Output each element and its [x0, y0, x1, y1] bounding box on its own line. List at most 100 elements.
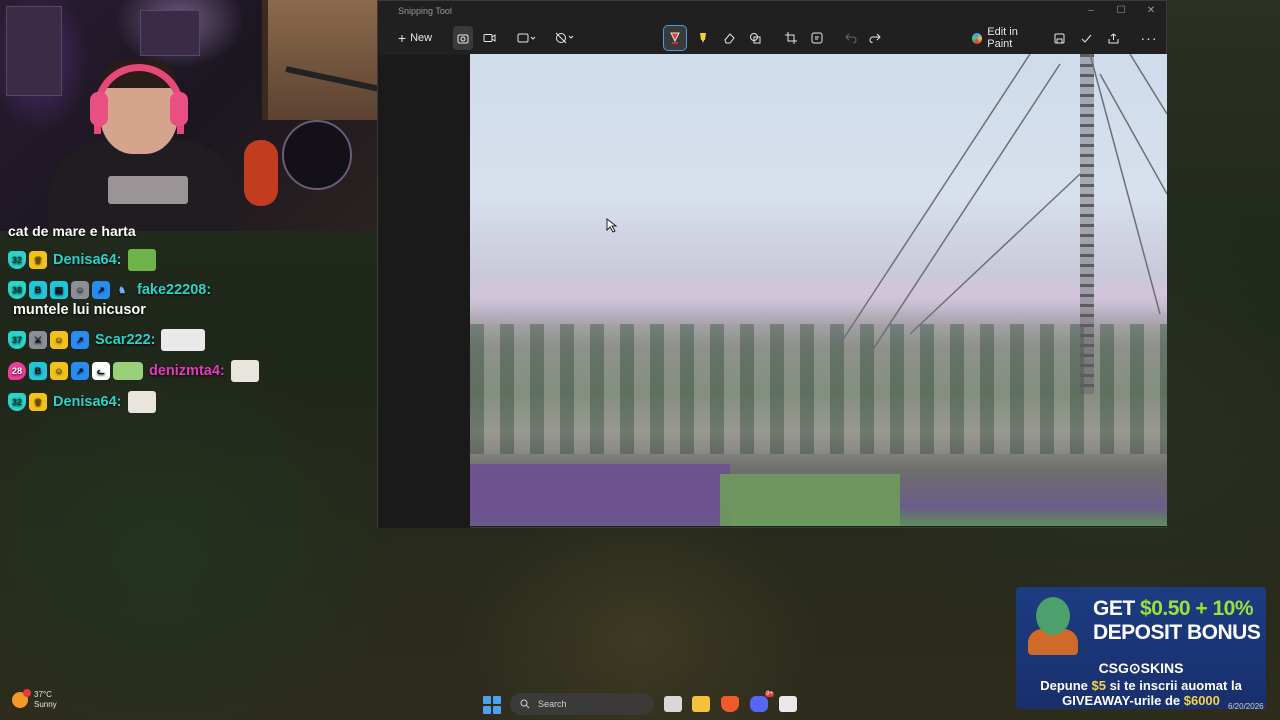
canvas-margin	[378, 55, 470, 528]
cat-emote-icon	[230, 360, 259, 382]
taskbar-search[interactable]: Search	[510, 693, 654, 715]
redo-icon[interactable]	[866, 26, 884, 50]
chat-message: 32 ♛ Denisa64:	[8, 391, 308, 413]
chat-message-partial: cat de mare e harta	[8, 223, 136, 239]
minimize-icon[interactable]: –	[1084, 4, 1098, 18]
camera-icon[interactable]	[453, 26, 473, 50]
shirt-print	[108, 176, 188, 204]
edit-in-paint-button[interactable]: Edit in Paint	[972, 26, 1042, 50]
subscriber-badge: 32	[8, 393, 26, 411]
chat-overlay: cat de mare e harta 32 ♛ Denisa64: 38 B …	[8, 222, 308, 413]
weather-text: 37°C Sunny	[34, 690, 57, 710]
emote-badge-icon: ☺	[50, 362, 68, 380]
crown-badge-icon: ♛	[29, 251, 47, 269]
window-title: Snipping Tool	[398, 6, 452, 16]
chat-username: fake22208:	[137, 282, 212, 298]
tray-date: 6/20/2026	[1228, 702, 1264, 711]
sun-icon	[12, 689, 31, 708]
turbo-badge-icon: ↗	[71, 331, 89, 349]
chat-username: denizmta4:	[149, 363, 225, 379]
rectangle-mode-icon[interactable]	[514, 26, 540, 50]
guitar	[244, 140, 278, 206]
crop-icon[interactable]	[782, 26, 800, 50]
ad-headline-text: GET	[1093, 597, 1141, 620]
emote-badge-icon: ☺	[71, 281, 89, 299]
mouse-cursor-icon	[606, 218, 618, 233]
chat-username: Denisa64:	[53, 394, 122, 410]
video-icon[interactable]	[479, 26, 499, 50]
bot-badge-icon: ♞	[117, 285, 127, 295]
text-actions-icon[interactable]	[808, 26, 826, 50]
more-icon[interactable]: ···	[1140, 26, 1158, 50]
notepad-icon[interactable]	[779, 696, 797, 712]
webcam-overlay	[0, 0, 397, 231]
ad-headline: GET $0.50 + 10%	[1093, 597, 1254, 621]
discord-badge: 9+	[765, 691, 774, 697]
new-button-label: New	[410, 32, 433, 44]
maximize-icon[interactable]: ☐	[1114, 4, 1128, 18]
mascot-character	[1022, 591, 1084, 655]
chat-message: 32 ♛ Denisa64:	[8, 249, 308, 271]
windows-logo-icon	[493, 706, 501, 714]
captured-image[interactable]	[470, 54, 1167, 526]
undo-icon[interactable]	[842, 26, 860, 50]
plus-icon: +	[397, 30, 407, 46]
search-icon	[520, 699, 530, 709]
discord-icon[interactable]: 9+	[750, 691, 774, 712]
pen-icon[interactable]	[663, 25, 687, 51]
ad-bonus-amount: $0.50 + 10%	[1140, 597, 1254, 620]
file-explorer-icon[interactable]	[692, 696, 710, 712]
new-button[interactable]: + New	[394, 26, 436, 50]
check-icon[interactable]	[1077, 26, 1095, 50]
paint-icon	[972, 32, 983, 44]
close-icon[interactable]: ✕	[1144, 4, 1158, 18]
windows-logo-icon	[483, 706, 491, 714]
pepe-emote-icon	[127, 249, 156, 271]
mascot-head	[1036, 597, 1070, 635]
wall-poster	[6, 6, 62, 96]
headset-earcup	[90, 92, 108, 126]
shapes-icon[interactable]	[746, 26, 764, 50]
toolbar: + New Edit in Paint ···	[378, 21, 1166, 55]
sword-badge-icon: ⚔	[29, 331, 47, 349]
weather-condition: Sunny	[34, 700, 57, 709]
ad-headline: DEPOSIT BONUS	[1093, 621, 1261, 644]
save-icon[interactable]	[1050, 26, 1068, 50]
chat-username: Denisa64:	[53, 252, 122, 268]
avatar-badge-icon	[113, 362, 143, 380]
highlighter-icon[interactable]	[694, 26, 712, 50]
timer-off-icon[interactable]	[552, 26, 578, 50]
chat-message: 28 B ☺ ↗ ᓚ denizmta4:	[8, 360, 308, 382]
notification-dot	[23, 689, 31, 697]
chat-message-text: muntele lui nicusor	[13, 302, 146, 318]
weather-widget[interactable]: 37°C Sunny	[12, 689, 57, 710]
event-badge-icon: B	[29, 362, 47, 380]
brave-browser-icon[interactable]	[721, 696, 739, 712]
gift-badge-icon: ▤	[50, 281, 68, 299]
subscriber-badge: 37	[8, 331, 26, 349]
turbo-badge-icon: ↗	[92, 281, 110, 299]
eraser-icon[interactable]	[720, 26, 738, 50]
chat-message: 37 ⚔ ☺ ↗ Scar222:	[8, 329, 308, 351]
temperature: 37°C	[34, 690, 52, 699]
subscriber-badge: 28	[8, 362, 26, 380]
turbo-badge-icon: ↗	[71, 362, 89, 380]
cat-emote-icon	[127, 391, 156, 413]
event-badge-icon: B	[29, 281, 47, 299]
windows-logo-icon	[483, 696, 491, 704]
chat-username: Scar222:	[95, 332, 156, 348]
edit-in-paint-label: Edit in Paint	[987, 26, 1018, 50]
snipping-tool-window[interactable]: Snipping Tool – ☐ ✕ + New Edit in Paint …	[377, 0, 1167, 528]
windows-logo-icon	[493, 696, 501, 704]
headset-earcup	[170, 92, 188, 126]
task-view-icon[interactable]	[664, 696, 682, 712]
crown-badge-icon: ♛	[29, 393, 47, 411]
image-emote-icon	[161, 329, 206, 351]
share-icon[interactable]	[1104, 26, 1122, 50]
taskbar: 37°C Sunny Search 9+ 6/20/2026	[0, 688, 1280, 720]
chat-message: 38 B ▤ ☺ ↗ ♞ fake22208: muntele lui nicu…	[8, 280, 308, 320]
subscriber-badge: 38	[8, 281, 26, 299]
start-button[interactable]	[483, 696, 501, 714]
tower-cables	[839, 54, 1167, 355]
wall-poster	[140, 10, 200, 56]
